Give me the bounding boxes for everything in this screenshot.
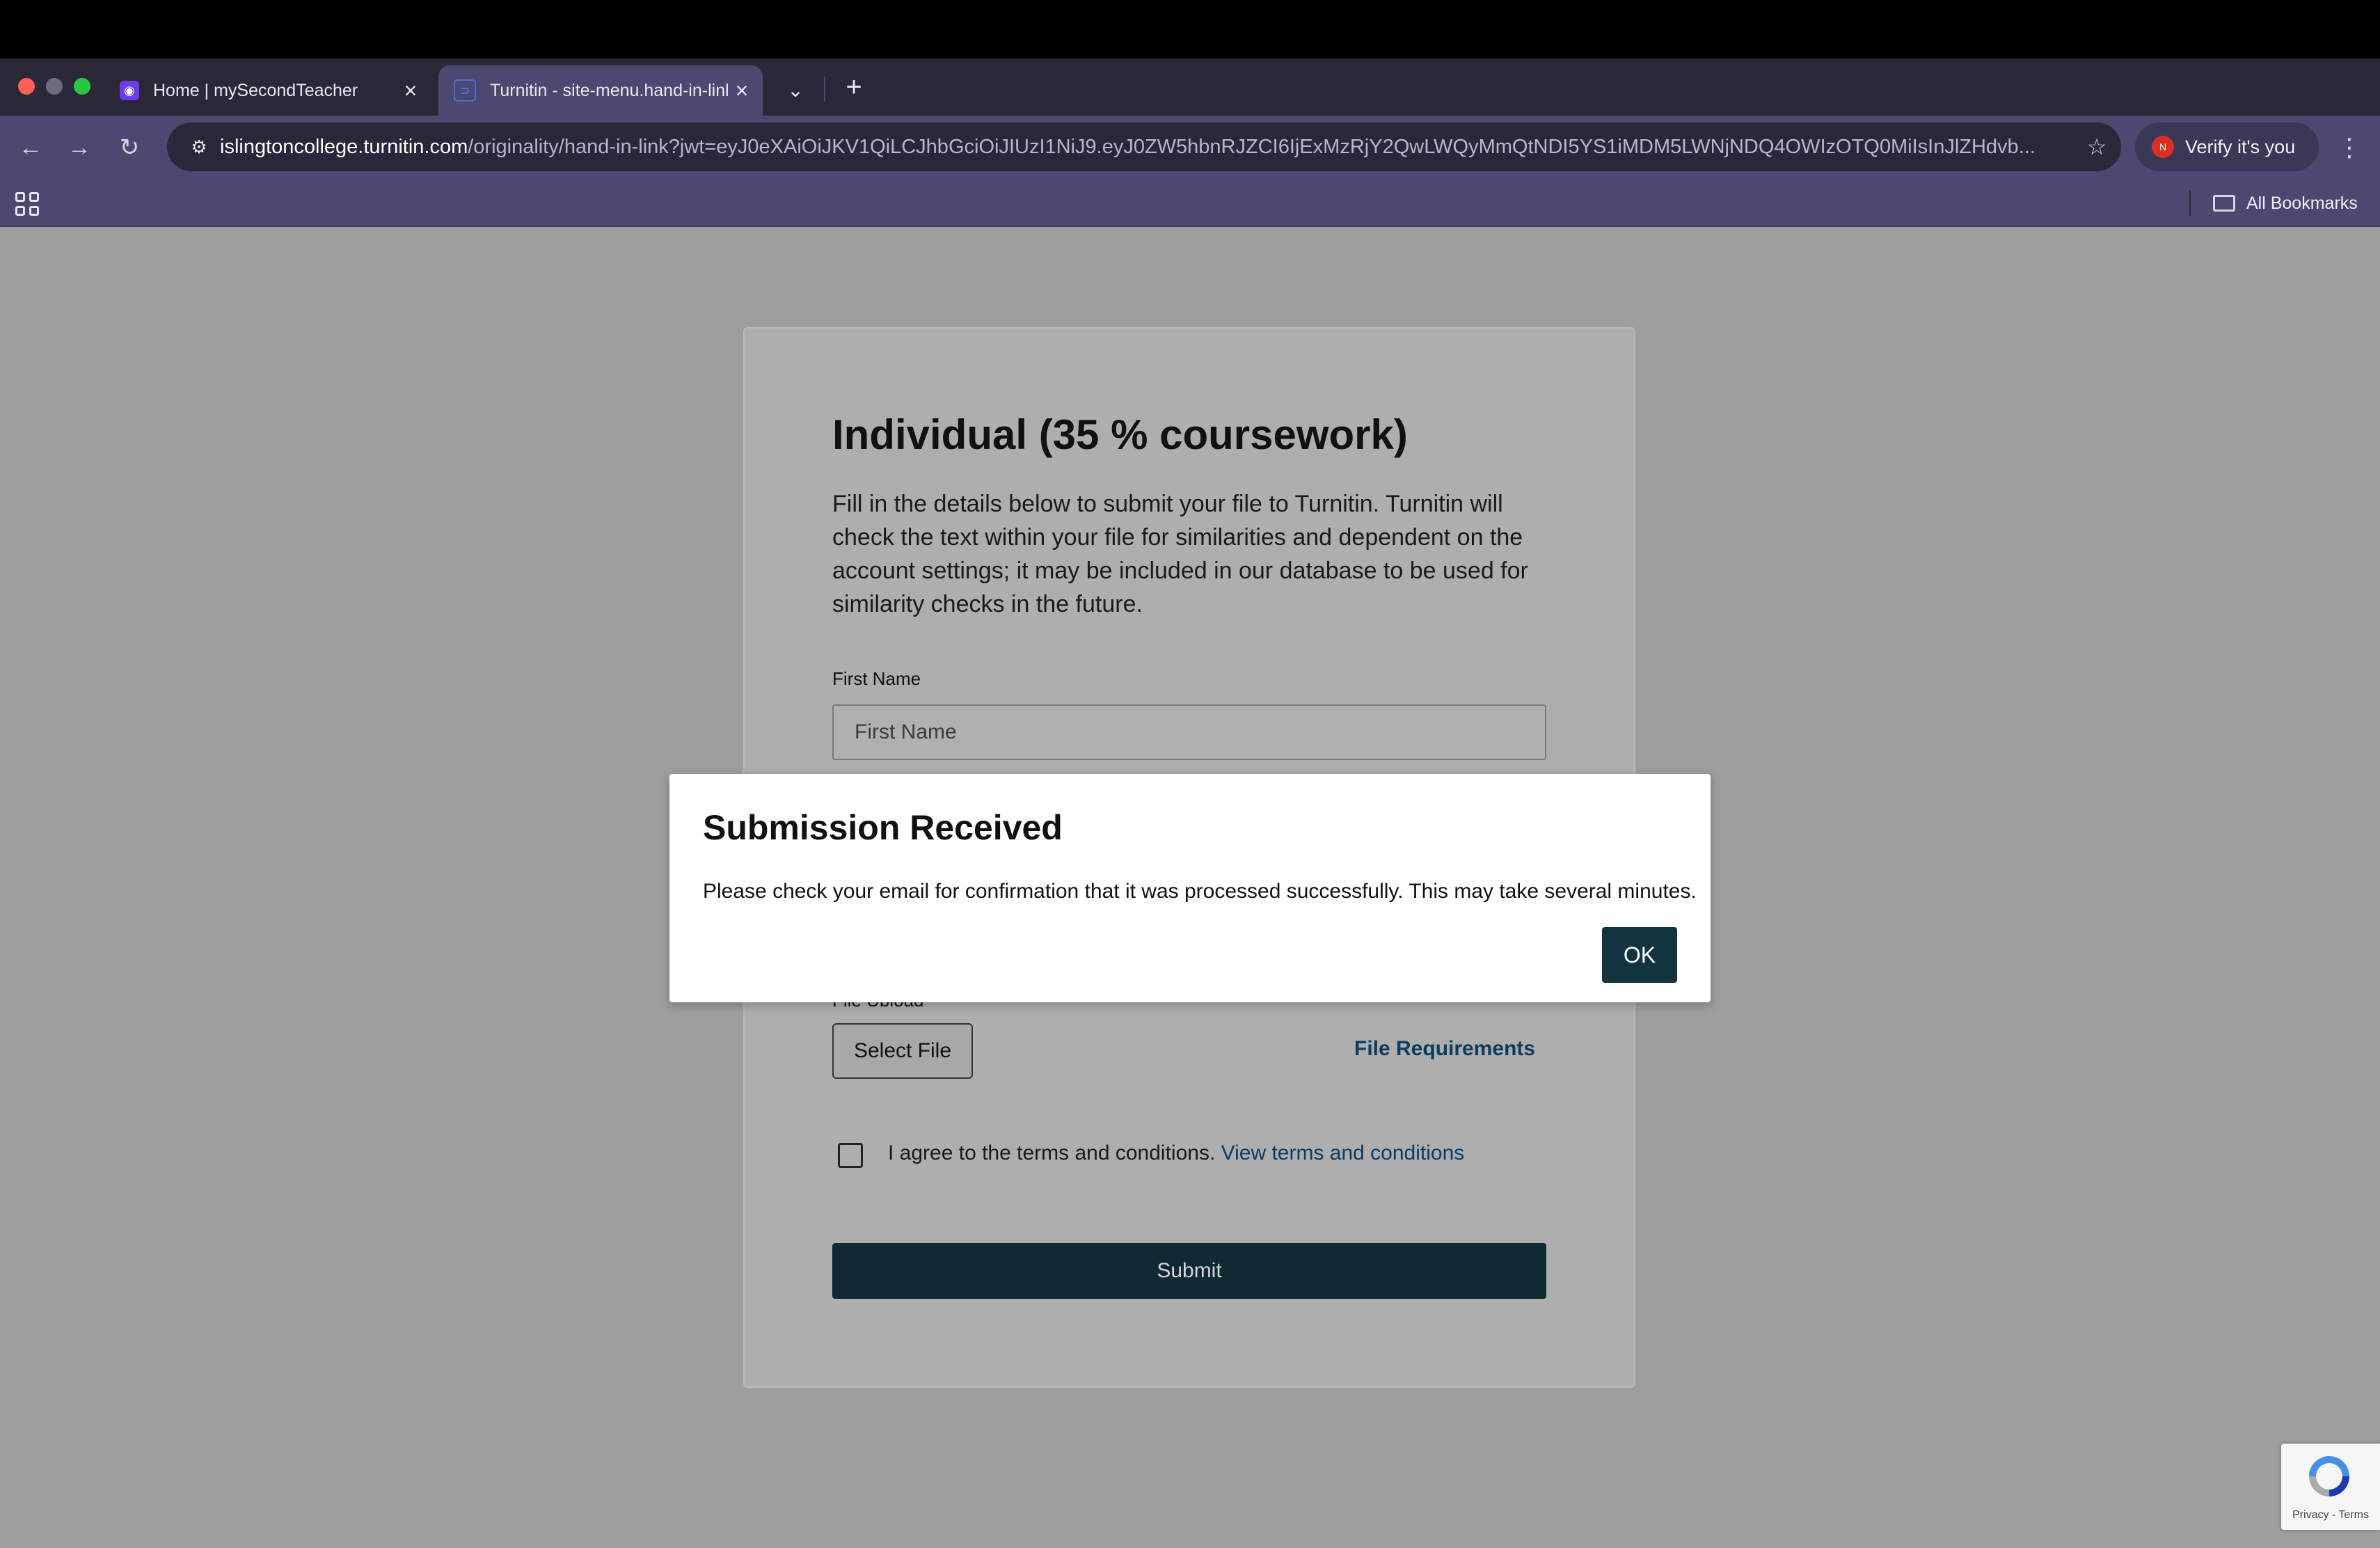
verify-profile-chip[interactable]: N Verify it's you <box>2135 123 2319 171</box>
terms-text: I agree to the terms and conditions. <box>888 1142 1216 1164</box>
recaptcha-links[interactable]: Privacy - Terms <box>2281 1509 2380 1522</box>
address-bar[interactable]: ⚙ islingtoncollege.turnitin.com/original… <box>167 123 2121 171</box>
file-requirements-link[interactable]: File Requirements <box>1354 1037 1535 1061</box>
terms-checkbox[interactable] <box>838 1143 863 1168</box>
form-title: Individual (35 % coursework) <box>832 411 1408 458</box>
browser-menu-icon[interactable]: ⋮ <box>2331 128 2367 167</box>
window-minimize-button[interactable] <box>46 78 63 95</box>
dialog-title: Submission Received <box>703 808 1063 847</box>
all-bookmarks-label: All Bookmarks <box>2246 193 2358 213</box>
site-settings-icon[interactable]: ⚙ <box>178 136 220 158</box>
tab-title: Home | mySecondTeacher <box>153 80 358 100</box>
folder-icon <box>2213 195 2235 212</box>
tab-close-icon[interactable]: × <box>397 78 425 104</box>
window-maximize-button[interactable] <box>74 78 90 95</box>
tab-mysecondteacher[interactable]: ◉ Home | mySecondTeacher × <box>104 65 431 116</box>
select-file-button[interactable]: Select File <box>832 1023 973 1079</box>
dialog-message: Please check your email for confirmation… <box>703 880 1697 903</box>
recaptcha-icon <box>2309 1456 2349 1496</box>
forward-arrow-icon[interactable]: → <box>60 128 99 167</box>
tab-title: Turnitin - site-menu.hand-in-link <box>490 80 728 100</box>
new-tab-button[interactable]: + <box>836 70 871 104</box>
tab-turnitin[interactable]: ⊃ Turnitin - site-menu.hand-in-link × <box>438 65 763 116</box>
reload-icon[interactable]: ↻ <box>110 128 149 167</box>
window-close-button[interactable] <box>18 78 35 95</box>
url-path: /originality/hand-in-link?jwt=eyJ0eXAiOi… <box>468 135 2036 158</box>
bookmarks-divider <box>2189 191 2191 216</box>
url-text[interactable]: islingtoncollege.turnitin.com/originalit… <box>220 136 2072 159</box>
terms-label: I agree to the terms and conditions. Vie… <box>888 1142 1464 1165</box>
tab-search-chevron-down-icon[interactable]: ⌄ <box>778 72 813 107</box>
profile-avatar: N <box>2152 136 2174 158</box>
submit-button[interactable]: Submit <box>832 1243 1546 1299</box>
first-name-label: First Name <box>832 668 921 689</box>
view-terms-link[interactable]: View terms and conditions <box>1221 1142 1465 1164</box>
url-host: islingtoncollege.turnitin.com <box>220 135 468 158</box>
back-arrow-icon[interactable]: ← <box>11 128 50 167</box>
verify-label: Verify it's you <box>2185 136 2296 157</box>
all-bookmarks-button[interactable]: All Bookmarks <box>2213 188 2358 219</box>
tab-close-icon[interactable]: × <box>728 78 756 104</box>
top-bar <box>0 0 2380 58</box>
bookmark-star-icon[interactable]: ☆ <box>2072 134 2121 160</box>
turnitin-favicon-icon: ⊃ <box>454 79 476 102</box>
first-name-input[interactable]: First Name <box>832 704 1546 760</box>
mysecondteacher-favicon-icon: ◉ <box>120 81 139 100</box>
form-description: Fill in the details below to submit your… <box>832 491 1528 617</box>
apps-grid-icon[interactable] <box>14 191 40 217</box>
tab-divider <box>824 77 825 102</box>
bookmarks-bar <box>0 180 2380 227</box>
ok-button[interactable]: OK <box>1602 927 1677 983</box>
